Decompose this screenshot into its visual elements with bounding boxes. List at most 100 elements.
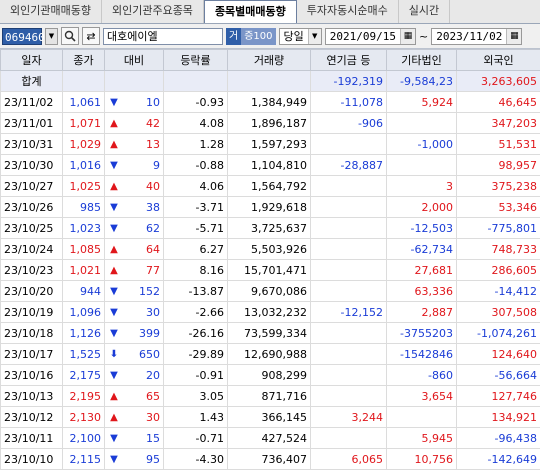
tab-realtime[interactable]: 실시간 [399,0,450,23]
row-change-value: 9 [153,159,160,172]
col-close-header[interactable]: 종가 [63,50,105,71]
row-volume: 1,896,187 [228,113,311,134]
tab-investor-net-buy[interactable]: 투자자동시순매수 [297,0,399,23]
col-pension-header[interactable]: 연기금 등 [311,50,387,71]
tab-bar: 외인기관매매동향 외인기관주요종목 종목별매매동향 투자자동시순매수 실시간 [0,0,540,24]
row-pension: -28,887 [311,155,387,176]
code-dropdown-button[interactable]: ▼ [45,28,58,45]
row-change-value: 20 [146,369,160,382]
row-change: ▼20 [105,365,164,386]
table-row[interactable]: 23/11/021,061▼10-0.931,384,949-11,0785,9… [1,92,540,113]
row-date: 23/10/16 [1,365,63,386]
col-volume-header[interactable]: 거래량 [228,50,311,71]
table-row[interactable]: 23/10/20944▼152-13.879,670,08663,336-14,… [1,281,540,302]
row-volume: 871,716 [228,386,311,407]
arrow-down-icon: ⬇ [108,349,120,360]
table-row[interactable]: 23/10/26985▼38-3.711,929,6182,00053,346 [1,197,540,218]
row-change-value: 13 [146,138,160,151]
row-pension [311,344,387,365]
row-change: ▲30 [105,407,164,428]
period-select[interactable]: 당일 ▼ [279,28,322,45]
row-rate: -5.71 [164,218,228,239]
table-row[interactable]: 23/10/162,175▼20-0.91908,299-860-56,664 [1,365,540,386]
table-row[interactable]: 23/10/311,029▲131.281,597,293-1,00051,53… [1,134,540,155]
date-range-separator: ~ [419,30,428,43]
row-change: ▼38 [105,197,164,218]
table-row[interactable]: 23/11/011,071▲424.081,896,187-906347,203 [1,113,540,134]
row-close: 1,096 [63,302,105,323]
row-change-value: 42 [146,117,160,130]
arrow-up-icon: ▲ [108,181,120,192]
row-rate: 1.43 [164,407,228,428]
end-date-value: 2023/11/02 [432,30,506,43]
tab-foreign-institution-major[interactable]: 외인기관주요종목 [102,0,204,23]
row-close: 2,175 [63,365,105,386]
row-foreign: -56,664 [457,365,540,386]
arrow-down-icon: ▼ [108,454,120,465]
row-foreign: 51,531 [457,134,540,155]
row-pension [311,197,387,218]
row-date: 23/10/18 [1,323,63,344]
row-close: 1,029 [63,134,105,155]
row-close: 1,023 [63,218,105,239]
row-other-corp: -860 [387,365,457,386]
table-row[interactable]: 23/10/181,126▼399-26.1673,599,334-375520… [1,323,540,344]
table-row[interactable]: 23/10/251,023▼62-5.713,725,637-12,503-77… [1,218,540,239]
row-change-value: 152 [139,285,160,298]
table-row[interactable]: 23/10/122,130▲301.43366,1453,244134,921 [1,407,540,428]
row-rate: 8.16 [164,260,228,281]
row-other-corp: 2,000 [387,197,457,218]
row-change-value: 399 [139,327,160,340]
table-row[interactable]: 23/10/171,525⬇650-29.8912,690,988-154284… [1,344,540,365]
row-volume: 1,384,949 [228,92,311,113]
table-row[interactable]: 23/10/102,115▼95-4.30736,4076,06510,756-… [1,449,540,470]
stock-code-input[interactable]: 069460 [2,28,42,45]
row-other-corp: 5,924 [387,92,457,113]
row-change: ▲42 [105,113,164,134]
row-foreign: 286,605 [457,260,540,281]
search-button[interactable] [61,27,79,45]
row-other-corp: -1542846 [387,344,457,365]
refresh-icon: ⇄ [86,30,95,43]
stock-name-field[interactable]: 대호에이엘 [103,28,223,45]
col-rate-header[interactable]: 등락률 [164,50,228,71]
calendar-icon[interactable]: ▦ [400,29,415,44]
row-rate: -4.30 [164,449,228,470]
table-row[interactable]: 23/10/271,025▲404.061,564,7923375,238 [1,176,540,197]
row-other-corp: 27,681 [387,260,457,281]
summary-empty-cell [63,71,105,92]
end-date-field[interactable]: 2023/11/02 ▦ [431,28,522,45]
table-row[interactable]: 23/10/231,021▲778.1615,701,47127,681286,… [1,260,540,281]
row-date: 23/10/20 [1,281,63,302]
col-change-header[interactable]: 대비 [105,50,164,71]
calendar-icon[interactable]: ▦ [506,29,521,44]
row-pension [311,260,387,281]
row-date: 23/10/26 [1,197,63,218]
start-date-field[interactable]: 2021/09/15 ▦ [325,28,416,45]
row-rate: 6.27 [164,239,228,260]
row-foreign: 307,508 [457,302,540,323]
tab-stock-trading-trend[interactable]: 종목별매매동향 [204,0,297,23]
table-row[interactable]: 23/10/241,085▲646.275,503,926-62,734748,… [1,239,540,260]
tab-foreign-institution-trend[interactable]: 외인기관매매동향 [0,0,102,23]
row-change: ▲77 [105,260,164,281]
market-badge: 거 [226,28,241,45]
row-change: ▼399 [105,323,164,344]
margin-badge: 증100 [241,28,275,45]
row-other-corp: 2,887 [387,302,457,323]
row-change-value: 30 [146,411,160,424]
col-other-corp-header[interactable]: 기타법인 [387,50,457,71]
row-change: ▼9 [105,155,164,176]
refresh-button[interactable]: ⇄ [82,27,100,45]
table-row[interactable]: 23/10/191,096▼30-2.6613,032,232-12,1522,… [1,302,540,323]
col-foreign-header[interactable]: 외국인 [457,50,540,71]
row-change: ▼95 [105,449,164,470]
row-date: 23/10/10 [1,449,63,470]
row-foreign: 347,203 [457,113,540,134]
row-close: 985 [63,197,105,218]
table-row[interactable]: 23/10/301,016▼9-0.881,104,810-28,88798,9… [1,155,540,176]
row-rate: -0.88 [164,155,228,176]
table-row[interactable]: 23/10/132,195▲653.05871,7163,654127,746 [1,386,540,407]
row-volume: 13,032,232 [228,302,311,323]
col-date-header[interactable]: 일자 [1,50,63,71]
